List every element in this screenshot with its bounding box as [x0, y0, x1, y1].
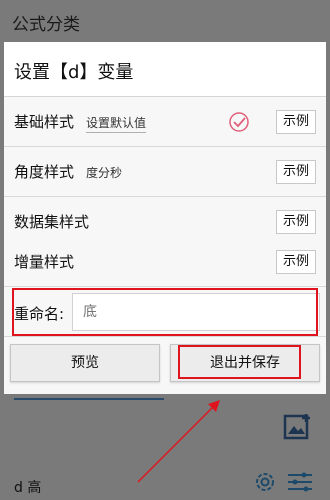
add-image-icon[interactable]	[283, 412, 313, 442]
filter-icon[interactable]	[286, 471, 314, 493]
row-value: 度分秒	[86, 166, 123, 180]
dialog-title: 设置【d】变量	[14, 62, 134, 83]
header-title: 公式分类	[12, 15, 80, 35]
annotation-highlight-save	[178, 345, 301, 379]
row-label: 基础样式	[14, 113, 75, 131]
row-increment-style[interactable]: 增量样式 示例	[4, 237, 326, 287]
row-label: 数据集样式	[14, 213, 90, 231]
example-button[interactable]: 示例	[276, 110, 316, 134]
gear-icon[interactable]	[253, 470, 277, 494]
variable-settings-dialog: 设置【d】变量 基础样式 设置默认值 示例 角度样式 度分秒 示例 数据集样式 …	[4, 42, 326, 394]
row-angle-style[interactable]: 角度样式 度分秒 示例	[4, 147, 326, 197]
row-basic-style[interactable]: 基础样式 设置默认值 示例	[4, 97, 326, 147]
example-button[interactable]: 示例	[276, 160, 316, 184]
row-label: 增量样式	[14, 253, 75, 271]
annotation-arrow	[137, 400, 220, 483]
app-header: 公式分类	[0, 0, 330, 44]
dialog-title-bar: 设置【d】变量	[4, 42, 326, 97]
check-icon[interactable]	[228, 111, 250, 133]
preview-button[interactable]: 预览	[10, 344, 160, 382]
variable-label: d 高	[14, 480, 42, 496]
example-button[interactable]: 示例	[276, 250, 316, 274]
row-label: 角度样式	[14, 163, 75, 181]
example-button[interactable]: 示例	[276, 210, 316, 234]
annotation-highlight-rename	[12, 288, 318, 336]
set-default-link[interactable]: 设置默认值	[86, 114, 147, 133]
